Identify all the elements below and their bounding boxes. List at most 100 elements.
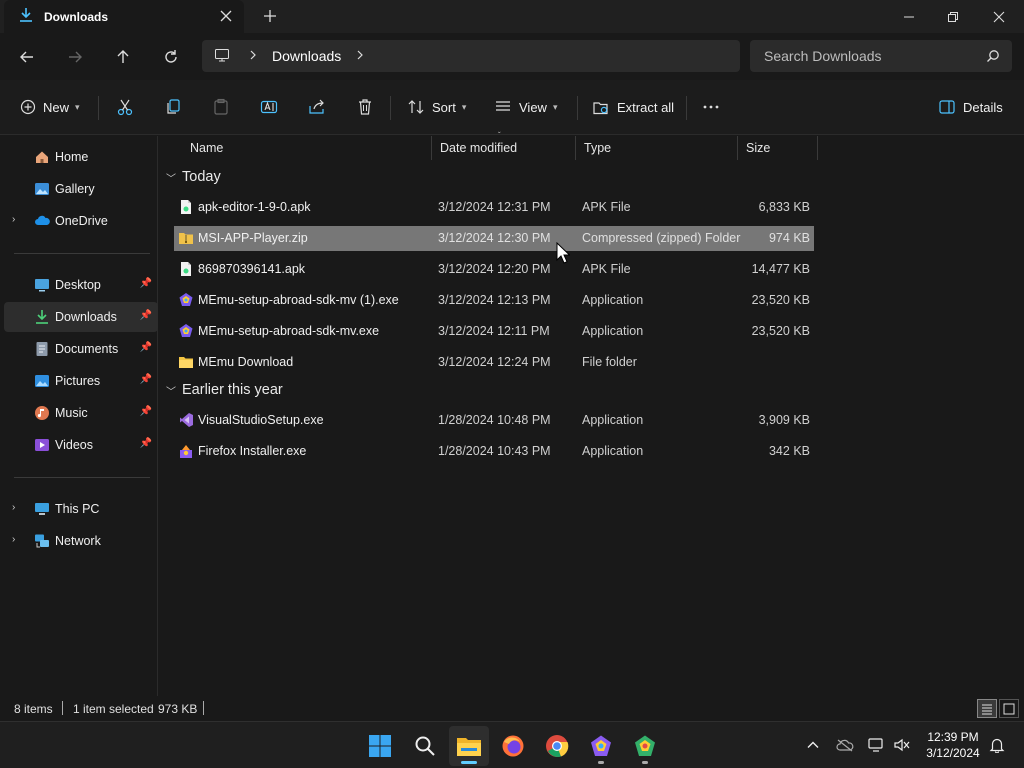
pin-icon[interactable]: 📌 (140, 278, 152, 289)
sidebar-item-music[interactable]: Music 📌 (4, 398, 158, 428)
tiles-view-button[interactable] (999, 699, 1019, 718)
videos-icon (34, 437, 50, 453)
file-row[interactable]: MEmu-setup-abroad-sdk-mv (1).exe 3/12/20… (174, 288, 814, 313)
file-date: 3/12/2024 12:31 PM (438, 200, 551, 214)
delete-button[interactable] (356, 93, 374, 121)
file-row-selected[interactable]: MSI-APP-Player.zip 3/12/2024 12:30 PM Co… (174, 226, 814, 251)
taskbar-firefox[interactable] (493, 726, 533, 766)
chevron-right-icon[interactable] (248, 49, 258, 63)
taskbar-file-explorer[interactable] (449, 726, 489, 766)
clock-time: 12:39 PM (927, 730, 979, 744)
search-box[interactable] (750, 40, 1012, 72)
chevron-right-icon[interactable]: › (12, 534, 15, 545)
network-tray-icon[interactable] (867, 736, 885, 754)
rename-button[interactable] (260, 93, 278, 121)
taskbar-memu-2[interactable] (625, 726, 665, 766)
new-tab-icon[interactable] (262, 8, 278, 24)
sidebar-item-this-pc[interactable]: › This PC (4, 494, 158, 524)
search-input[interactable] (764, 48, 974, 64)
sidebar-item-gallery[interactable]: Gallery (4, 174, 158, 204)
tab-downloads[interactable]: Downloads (4, 0, 244, 33)
pin-icon[interactable]: 📌 (140, 438, 152, 449)
tiles-view-icon (1003, 703, 1015, 714)
chevron-down-icon: ▾ (552, 101, 558, 112)
paste-button[interactable] (212, 93, 230, 121)
sidebar-item-downloads[interactable]: Downloads 📌 (4, 302, 158, 332)
column-header-date[interactable]: Date modified ˇ (432, 131, 576, 160)
sidebar-item-desktop[interactable]: Desktop 📌 (4, 270, 158, 300)
desktop-icon (34, 277, 50, 293)
taskbar: 12:39 PM 3/12/2024 (0, 721, 1024, 768)
details-pane-button[interactable]: Details (938, 93, 1003, 121)
pin-icon[interactable]: 📌 (140, 406, 152, 417)
taskbar-chrome[interactable] (537, 726, 577, 766)
up-button[interactable] (111, 45, 135, 69)
extract-all-button[interactable]: Extract all (592, 93, 674, 121)
notification-bell-icon[interactable] (988, 736, 1006, 754)
address-bar[interactable]: Downloads (202, 40, 740, 72)
sidebar-item-onedrive[interactable]: › OneDrive (4, 206, 158, 236)
refresh-button[interactable] (159, 45, 183, 69)
onedrive-tray-icon[interactable] (836, 736, 854, 754)
cut-button[interactable] (116, 93, 134, 121)
group-header-earlier-this-year[interactable]: ﹀ Earlier this year (166, 382, 283, 398)
group-header-today[interactable]: ﹀ Today (166, 169, 221, 185)
sidebar-label: Music (55, 406, 88, 420)
volume-muted-icon[interactable] (893, 736, 911, 754)
close-tab-icon[interactable] (218, 8, 234, 24)
file-date: 3/12/2024 12:24 PM (438, 355, 551, 369)
view-label: View (519, 99, 547, 115)
sidebar-item-videos[interactable]: Videos 📌 (4, 430, 158, 460)
home-icon (34, 149, 50, 165)
pin-icon[interactable]: 📌 (140, 374, 152, 385)
file-row[interactable]: MEmu Download 3/12/2024 12:24 PM File fo… (174, 350, 814, 375)
system-clock[interactable]: 12:39 PM 3/12/2024 (918, 729, 988, 761)
apk-file-icon (178, 261, 194, 277)
sidebar-label: Desktop (55, 278, 101, 292)
back-button[interactable] (15, 45, 39, 69)
sort-button[interactable]: Sort ▾ (407, 93, 466, 121)
file-row[interactable]: 869870396141.apk 3/12/2024 12:20 PM APK … (174, 257, 814, 282)
navigation-pane: Home Gallery › OneDrive Desktop 📌 Downlo… (0, 136, 158, 696)
sidebar-item-documents[interactable]: Documents 📌 (4, 334, 158, 364)
chevron-right-icon[interactable] (355, 49, 365, 63)
search-icon[interactable] (986, 49, 1000, 66)
pin-icon[interactable]: 📌 (140, 342, 152, 353)
file-explorer-icon (457, 738, 481, 756)
sidebar-item-home[interactable]: Home (4, 142, 158, 172)
column-header-name[interactable]: Name (182, 136, 432, 160)
column-label: Type (584, 141, 612, 155)
close-button[interactable] (976, 0, 1022, 33)
file-date: 1/28/2024 10:48 PM (438, 413, 551, 427)
file-row[interactable]: Firefox Installer.exe 1/28/2024 10:43 PM… (174, 439, 814, 464)
minimize-button[interactable] (886, 0, 932, 33)
details-view-button[interactable] (977, 699, 997, 718)
start-button[interactable] (360, 726, 400, 766)
file-row[interactable]: apk-editor-1-9-0.apk 3/12/2024 12:31 PM … (174, 195, 814, 220)
sidebar-item-pictures[interactable]: Pictures 📌 (4, 366, 158, 396)
forward-button[interactable] (63, 45, 87, 69)
sidebar-item-network[interactable]: › Network (4, 526, 158, 556)
view-button[interactable]: View ▾ (494, 93, 557, 121)
breadcrumb-downloads[interactable]: Downloads (272, 48, 341, 64)
file-row[interactable]: MEmu-setup-abroad-sdk-mv.exe 3/12/2024 1… (174, 319, 814, 344)
maximize-button[interactable] (930, 0, 976, 33)
file-date: 1/28/2024 10:43 PM (438, 444, 551, 458)
column-header-size[interactable]: Size (738, 136, 818, 160)
chevron-right-icon[interactable]: › (12, 502, 15, 513)
column-header-type[interactable]: Type (576, 136, 738, 160)
new-button[interactable]: New ▾ (20, 93, 80, 121)
chevron-right-icon[interactable]: › (12, 214, 15, 225)
documents-icon (34, 341, 50, 357)
monitor-icon (214, 47, 230, 66)
pin-icon[interactable]: 📌 (140, 310, 152, 321)
file-type: Application (582, 293, 644, 307)
copy-button[interactable] (164, 93, 182, 121)
more-options-button[interactable] (702, 93, 720, 121)
taskbar-memu-1[interactable] (581, 726, 621, 766)
sidebar-label: Gallery (55, 182, 95, 196)
share-button[interactable] (308, 93, 326, 121)
taskbar-search-button[interactable] (405, 726, 445, 766)
file-row[interactable]: VisualStudioSetup.exe 1/28/2024 10:48 PM… (174, 408, 814, 433)
show-hidden-icons-button[interactable] (804, 736, 822, 754)
